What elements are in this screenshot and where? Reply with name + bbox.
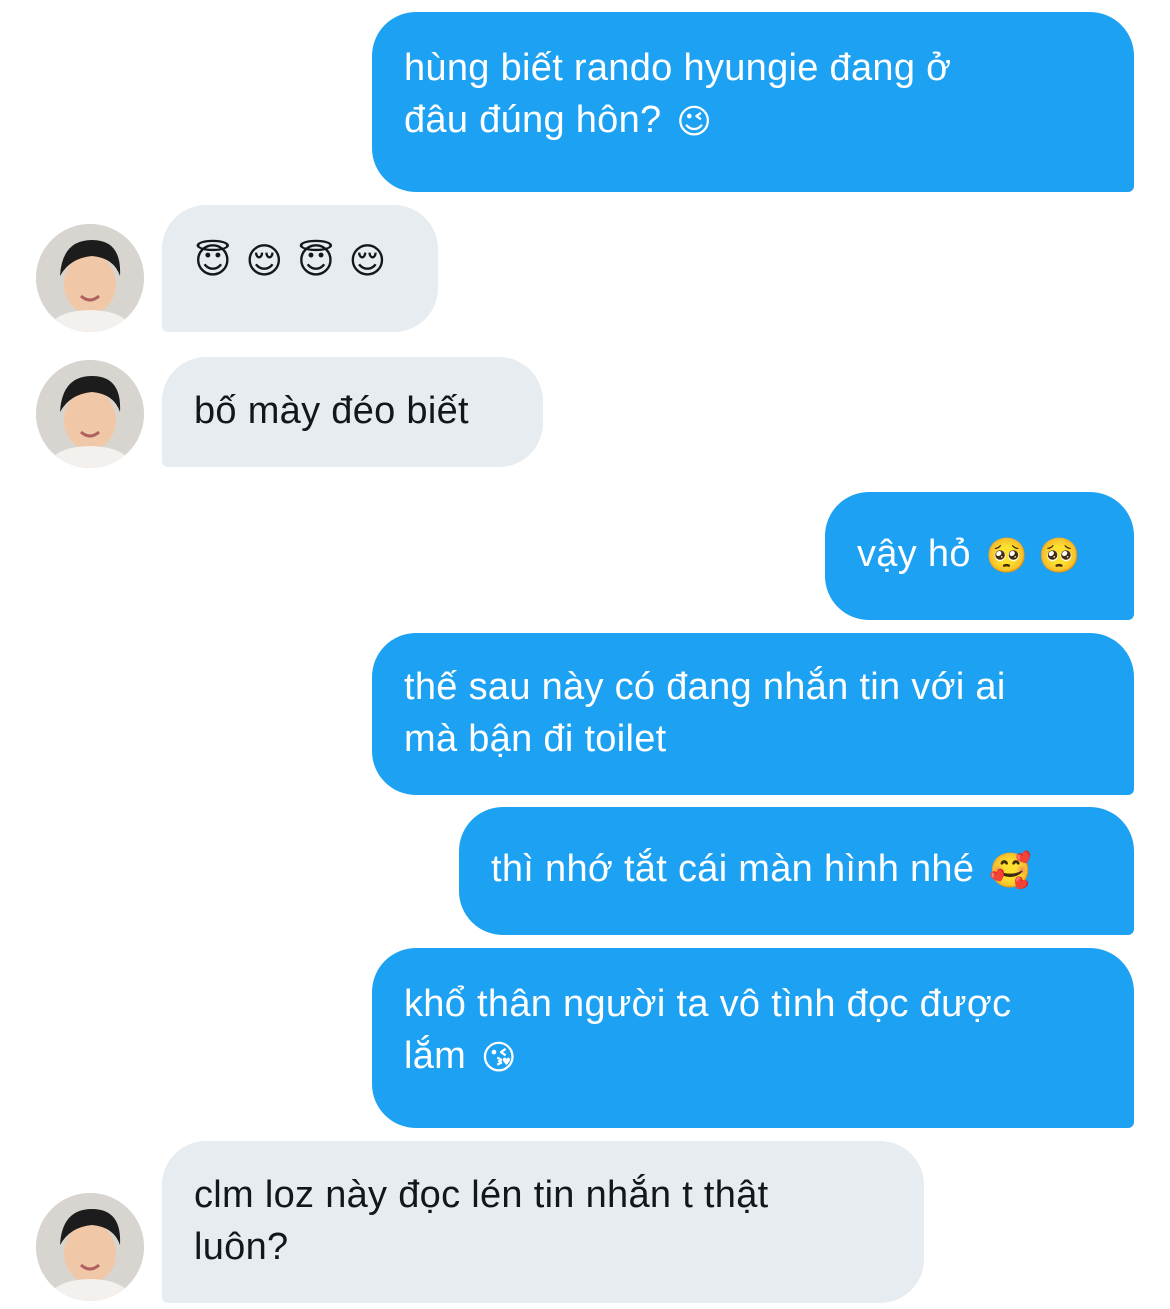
avatar-icon xyxy=(36,224,144,332)
message-text: thì nhớ tắt cái màn hình nhé xyxy=(491,848,975,890)
message-text: vậy hỏ xyxy=(857,533,971,575)
avatar-icon xyxy=(36,360,144,468)
sent-message-bubble[interactable]: thì nhớ tắt cái màn hình nhé 🥰 xyxy=(459,807,1134,935)
received-message-bubble[interactable]: bố mày đéo biết xyxy=(162,357,543,467)
emoji-row: 😇 😌 😇 😌 xyxy=(194,240,389,281)
kiss-emoji-icon: 😘 xyxy=(481,1038,517,1077)
avatar[interactable] xyxy=(36,224,144,332)
avatar[interactable] xyxy=(36,1193,144,1301)
message-text: clm loz này đọc lén tin nhắn t thật luôn… xyxy=(194,1174,769,1268)
sent-message-bubble[interactable]: khổ thân người ta vô tình đọc được lắm 😘 xyxy=(372,948,1134,1128)
received-message-bubble[interactable]: clm loz này đọc lén tin nhắn t thật luôn… xyxy=(162,1141,924,1303)
pleading-face-emoji-icon: 🥺 🥺 xyxy=(985,536,1081,575)
received-message-bubble[interactable]: 😇 😌 😇 😌 xyxy=(162,205,438,332)
wink-emoji-icon: 😉 xyxy=(676,102,713,141)
sent-message-bubble[interactable]: vậy hỏ 🥺 🥺 xyxy=(825,492,1134,620)
avatar[interactable] xyxy=(36,360,144,468)
message-text: thế sau này có đang nhắn tin với ai mà b… xyxy=(404,666,1006,760)
avatar-icon xyxy=(36,1193,144,1301)
sent-message-bubble[interactable]: hùng biết rando hyungie đang ở đâu đúng … xyxy=(372,12,1134,192)
message-text: bố mày đéo biết xyxy=(194,390,469,432)
smiling-hearts-emoji-icon: 🥰 xyxy=(989,851,1032,890)
sent-message-bubble[interactable]: thế sau này có đang nhắn tin với ai mà b… xyxy=(372,633,1134,795)
